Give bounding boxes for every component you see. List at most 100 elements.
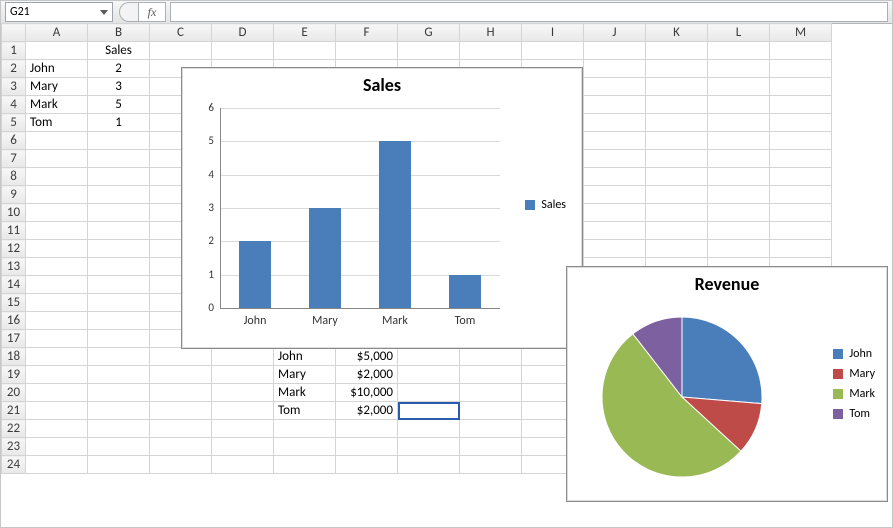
cell-A23[interactable] xyxy=(26,438,88,456)
row-header-17[interactable]: 17 xyxy=(2,330,26,348)
pie-slice-John[interactable] xyxy=(682,317,762,404)
cell-K5[interactable] xyxy=(646,114,708,132)
cell-D20[interactable] xyxy=(212,384,274,402)
cell-E19[interactable]: Mary xyxy=(274,366,336,384)
cell-B22[interactable] xyxy=(88,420,150,438)
cell-L7[interactable] xyxy=(708,150,770,168)
col-header-H[interactable]: H xyxy=(460,24,522,42)
cell-B18[interactable] xyxy=(88,348,150,366)
cell-K12[interactable] xyxy=(646,240,708,258)
cell-J9[interactable] xyxy=(584,186,646,204)
row-header-9[interactable]: 9 xyxy=(2,186,26,204)
row-header-24[interactable]: 24 xyxy=(2,456,26,474)
cell-A24[interactable] xyxy=(26,456,88,474)
row-header-15[interactable]: 15 xyxy=(2,294,26,312)
cell-E24[interactable] xyxy=(274,456,336,474)
cell-L11[interactable] xyxy=(708,222,770,240)
cell-B4[interactable]: 5 xyxy=(88,96,150,114)
cell-E1[interactable] xyxy=(274,42,336,60)
formula-input[interactable] xyxy=(170,2,888,22)
cell-C21[interactable] xyxy=(150,402,212,420)
row-header-3[interactable]: 3 xyxy=(2,78,26,96)
row-header-13[interactable]: 13 xyxy=(2,258,26,276)
cell-B5[interactable]: 1 xyxy=(88,114,150,132)
cell-M3[interactable] xyxy=(770,78,832,96)
col-header-D[interactable]: D xyxy=(212,24,274,42)
cell-A2[interactable]: John xyxy=(26,60,88,78)
cell-A17[interactable] xyxy=(26,330,88,348)
cell-A22[interactable] xyxy=(26,420,88,438)
cell-A12[interactable] xyxy=(26,240,88,258)
cell-G21[interactable] xyxy=(398,402,460,420)
cell-M8[interactable] xyxy=(770,168,832,186)
cell-E21[interactable]: Tom xyxy=(274,402,336,420)
cell-G1[interactable] xyxy=(398,42,460,60)
cell-B6[interactable] xyxy=(88,132,150,150)
cell-G24[interactable] xyxy=(398,456,460,474)
row-header-10[interactable]: 10 xyxy=(2,204,26,222)
cell-H22[interactable] xyxy=(460,420,522,438)
cell-A13[interactable] xyxy=(26,258,88,276)
col-header-E[interactable]: E xyxy=(274,24,336,42)
cell-I1[interactable] xyxy=(522,42,584,60)
cell-J12[interactable] xyxy=(584,240,646,258)
col-header-L[interactable]: L xyxy=(708,24,770,42)
cell-K9[interactable] xyxy=(646,186,708,204)
cell-D22[interactable] xyxy=(212,420,274,438)
cell-G22[interactable] xyxy=(398,420,460,438)
cell-A16[interactable] xyxy=(26,312,88,330)
col-header-I[interactable]: I xyxy=(522,24,584,42)
cell-K8[interactable] xyxy=(646,168,708,186)
fx-icon[interactable]: fx xyxy=(138,2,166,22)
cell-C23[interactable] xyxy=(150,438,212,456)
cell-K2[interactable] xyxy=(646,60,708,78)
cell-K3[interactable] xyxy=(646,78,708,96)
cell-J10[interactable] xyxy=(584,204,646,222)
cell-K11[interactable] xyxy=(646,222,708,240)
cell-J8[interactable] xyxy=(584,168,646,186)
cell-M10[interactable] xyxy=(770,204,832,222)
chart-sales[interactable]: Sales 0123456JohnMaryMarkTom Sales xyxy=(181,67,583,349)
col-header-G[interactable]: G xyxy=(398,24,460,42)
cell-B7[interactable] xyxy=(88,150,150,168)
cell-A19[interactable] xyxy=(26,366,88,384)
select-all-corner[interactable] xyxy=(2,24,26,42)
bar-John[interactable] xyxy=(239,241,271,308)
cell-J5[interactable] xyxy=(584,114,646,132)
cell-J3[interactable] xyxy=(584,78,646,96)
cell-G20[interactable] xyxy=(398,384,460,402)
cell-L5[interactable] xyxy=(708,114,770,132)
cell-J11[interactable] xyxy=(584,222,646,240)
row-header-23[interactable]: 23 xyxy=(2,438,26,456)
cell-F1[interactable] xyxy=(336,42,398,60)
cell-L6[interactable] xyxy=(708,132,770,150)
cell-B23[interactable] xyxy=(88,438,150,456)
cell-D1[interactable] xyxy=(212,42,274,60)
cell-L3[interactable] xyxy=(708,78,770,96)
cell-E18[interactable]: John xyxy=(274,348,336,366)
cell-J1[interactable] xyxy=(584,42,646,60)
row-header-22[interactable]: 22 xyxy=(2,420,26,438)
cell-L9[interactable] xyxy=(708,186,770,204)
cell-L10[interactable] xyxy=(708,204,770,222)
cell-B10[interactable] xyxy=(88,204,150,222)
cell-J6[interactable] xyxy=(584,132,646,150)
row-header-18[interactable]: 18 xyxy=(2,348,26,366)
cell-A18[interactable] xyxy=(26,348,88,366)
cell-B14[interactable] xyxy=(88,276,150,294)
cell-K4[interactable] xyxy=(646,96,708,114)
cell-A10[interactable] xyxy=(26,204,88,222)
row-header-19[interactable]: 19 xyxy=(2,366,26,384)
bar-Mark[interactable] xyxy=(379,141,411,308)
cell-J7[interactable] xyxy=(584,150,646,168)
cell-E22[interactable] xyxy=(274,420,336,438)
row-header-8[interactable]: 8 xyxy=(2,168,26,186)
cell-J2[interactable] xyxy=(584,60,646,78)
cell-A8[interactable] xyxy=(26,168,88,186)
cell-K10[interactable] xyxy=(646,204,708,222)
cell-A1[interactable] xyxy=(26,42,88,60)
cell-H21[interactable] xyxy=(460,402,522,420)
name-box[interactable]: G21 xyxy=(5,2,113,22)
cell-L1[interactable] xyxy=(708,42,770,60)
col-header-C[interactable]: C xyxy=(150,24,212,42)
